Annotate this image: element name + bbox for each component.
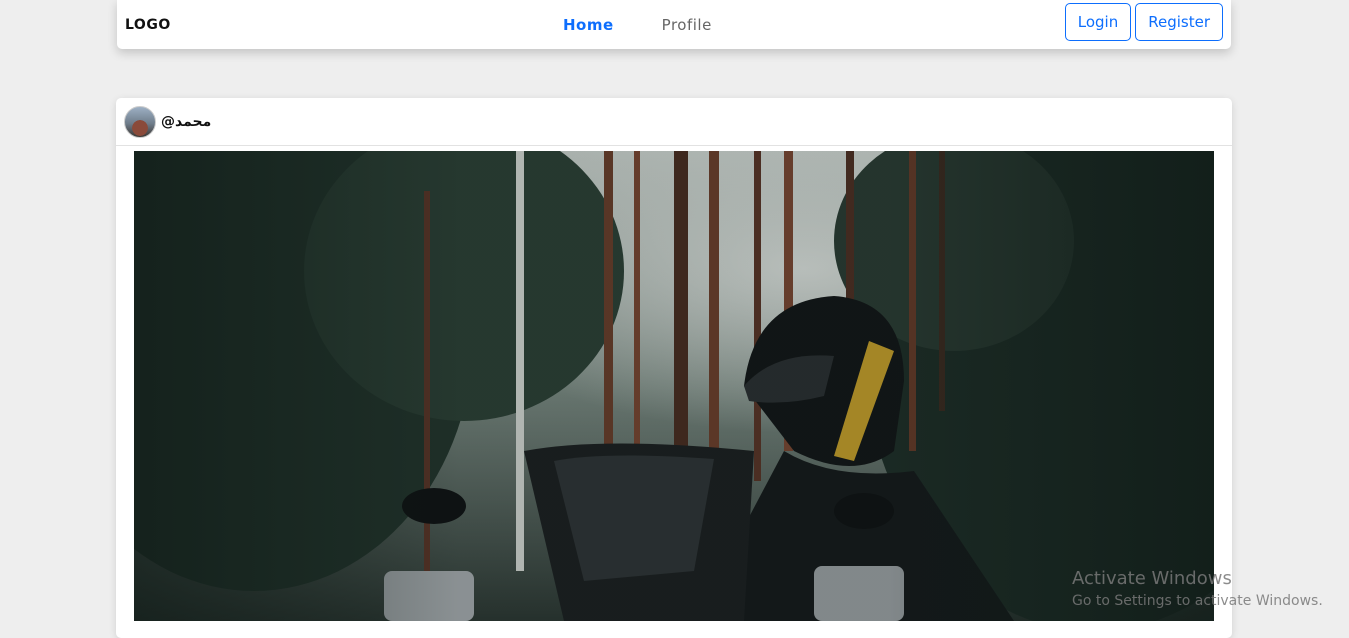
login-button[interactable]: Login (1064, 3, 1132, 41)
top-navbar: LOGO Home Profile Login Register (117, 0, 1231, 49)
post-header: @محمد (116, 98, 1232, 146)
register-button[interactable]: Register (1135, 3, 1223, 41)
post-photo (134, 151, 1214, 621)
auth-buttons: Login Register (1064, 3, 1223, 41)
nav-links: Home Profile (563, 0, 712, 49)
logo[interactable]: LOGO (125, 17, 171, 33)
post-card: @محمد (116, 98, 1232, 638)
post-username[interactable]: @محمد (161, 114, 211, 130)
nav-link-profile[interactable]: Profile (662, 16, 712, 34)
post-image[interactable] (134, 151, 1214, 621)
nav-link-home[interactable]: Home (563, 16, 614, 34)
avatar[interactable] (124, 105, 156, 138)
